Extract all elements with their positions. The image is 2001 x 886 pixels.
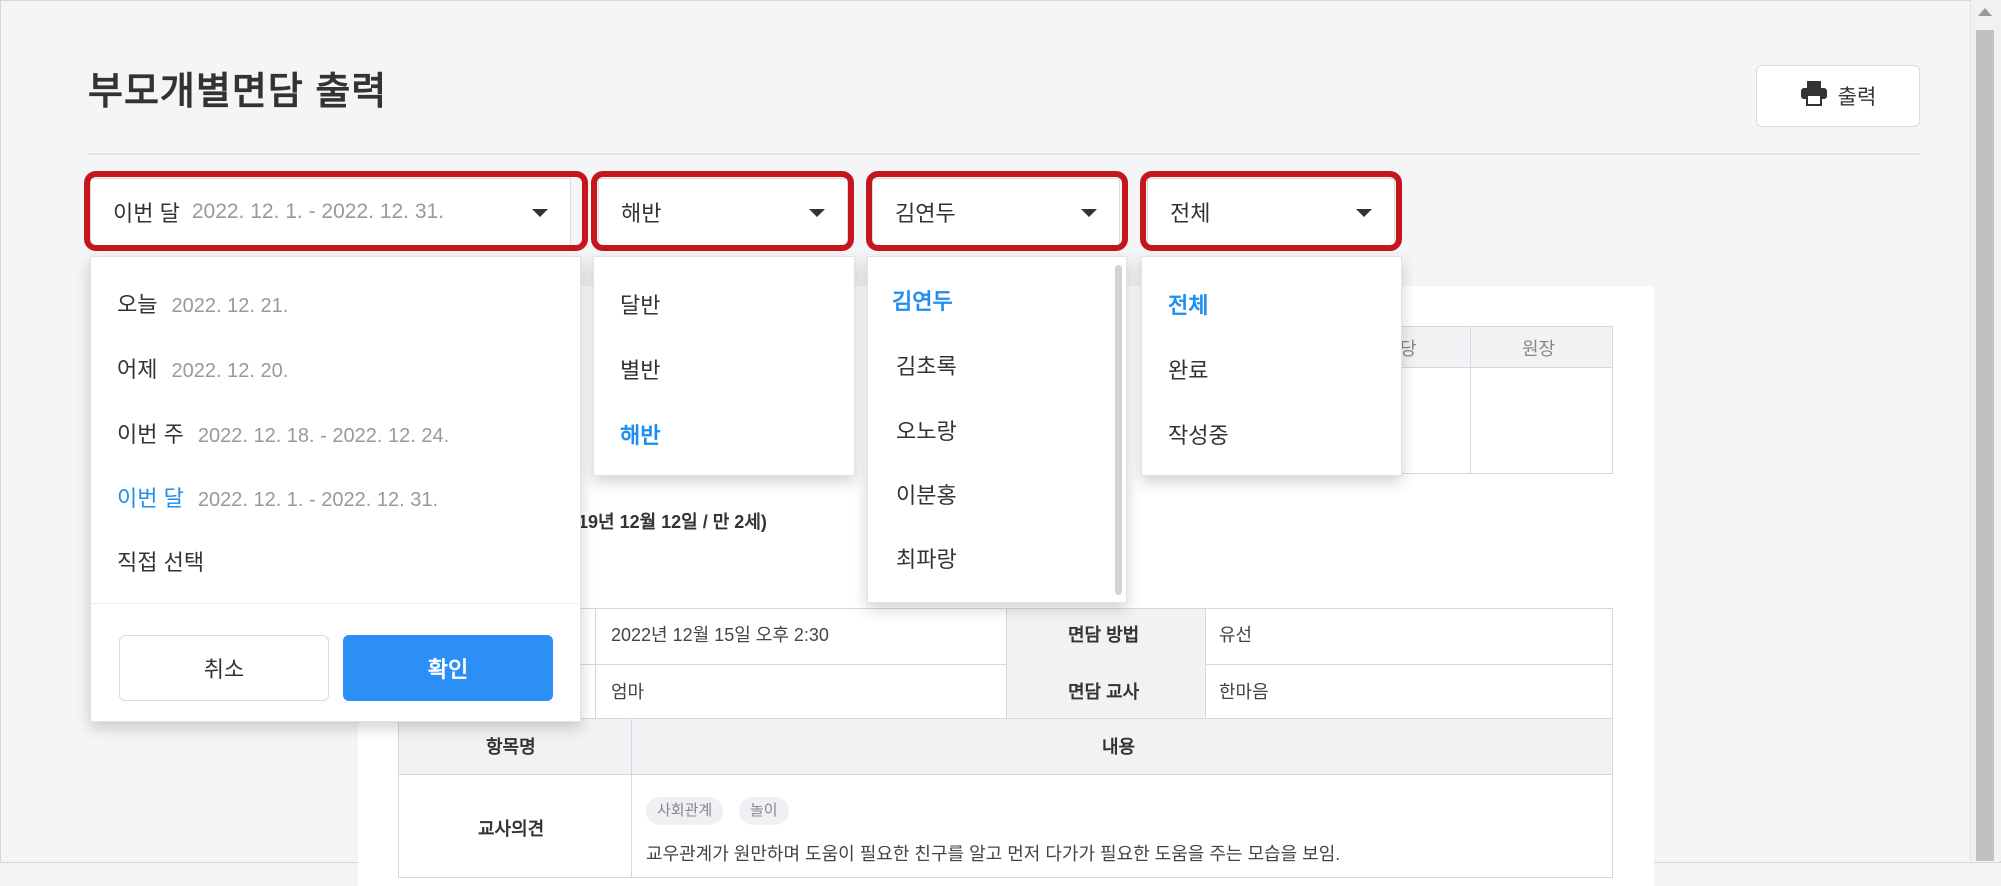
- method-value: 유선: [1219, 625, 1253, 645]
- highlight-class: [591, 171, 854, 251]
- tag-play: 놀이: [739, 797, 789, 825]
- printer-icon: [1800, 80, 1828, 112]
- scroll-up-arrow-icon[interactable]: [1978, 8, 1992, 16]
- period-option-this-week[interactable]: 이번 주 2022. 12. 18. - 2022. 12. 24.: [117, 417, 449, 449]
- menu-divider: [91, 603, 580, 604]
- class-option-dal[interactable]: 달반: [620, 288, 660, 320]
- highlight-period: [84, 171, 588, 251]
- header-divider: [88, 153, 1920, 155]
- col-content-header: 내용: [1102, 737, 1136, 757]
- method-label: 면담 방법: [1068, 625, 1140, 645]
- child-info: 19년 12월 12일 / 만 2세): [578, 512, 767, 532]
- highlight-child: [866, 171, 1128, 251]
- cancel-button[interactable]: 취소: [119, 635, 329, 701]
- period-option-this-month[interactable]: 이번 달 2022. 12. 1. - 2022. 12. 31.: [117, 481, 438, 513]
- teacher-label: 면담 교사: [1068, 682, 1140, 702]
- child-option-o-norang[interactable]: 오노랑: [896, 414, 957, 446]
- class-option-byeol[interactable]: 별반: [620, 353, 660, 385]
- confirm-button[interactable]: 확인: [343, 635, 553, 701]
- page-title: 부모개별면담 출력: [88, 71, 388, 113]
- approval-director-header: 원장: [1522, 339, 1556, 359]
- status-option-draft[interactable]: 작성중: [1168, 418, 1229, 450]
- teacher-opinion-text: 교우관계가 원만하며 도움이 필요한 친구를 알고 먼저 다가가 필요한 도움을…: [646, 844, 1341, 864]
- class-option-hae[interactable]: 해반: [620, 418, 660, 450]
- child-option-lee-bunhong[interactable]: 이분홍: [896, 478, 957, 510]
- child-option-kim-yeondu[interactable]: 김연두: [892, 284, 953, 316]
- status-option-all[interactable]: 전체: [1168, 288, 1208, 320]
- highlight-status: [1140, 171, 1402, 251]
- approval-header-partial: 당: [1400, 339, 1417, 359]
- print-button[interactable]: 출력: [1756, 65, 1920, 127]
- teacher-value: 한마음: [1219, 682, 1269, 702]
- menu-scrollbar[interactable]: [1115, 265, 1122, 595]
- print-label: 출력: [1837, 86, 1877, 109]
- child-option-kim-chorok[interactable]: 김초록: [896, 349, 957, 381]
- status-menu: 전체 완료 작성중: [1141, 256, 1402, 476]
- child-menu: 김연두 김초록 오노랑 이분홍 최파랑: [867, 256, 1127, 603]
- tag-social: 사회관계: [646, 797, 724, 825]
- class-menu: 달반 별반 해반: [593, 256, 855, 476]
- period-option-yesterday[interactable]: 어제 2022. 12. 20.: [117, 352, 288, 384]
- col-item-header: 항목명: [486, 737, 536, 757]
- period-option-custom[interactable]: 직접 선택: [117, 545, 204, 577]
- period-option-today[interactable]: 오늘 2022. 12. 21.: [117, 287, 288, 319]
- participant-value: 엄마: [611, 682, 645, 702]
- status-option-done[interactable]: 완료: [1168, 353, 1208, 385]
- period-menu: 오늘 2022. 12. 21. 어제 2022. 12. 20. 이번 주 2022…: [90, 256, 581, 722]
- meeting-datetime: 2022년 12월 15일 오후 2:30: [611, 625, 829, 645]
- row-label-opinion: 교사의견: [478, 819, 545, 839]
- scroll-thumb[interactable]: [1976, 30, 1994, 861]
- child-option-choi-parang[interactable]: 최파랑: [896, 542, 957, 574]
